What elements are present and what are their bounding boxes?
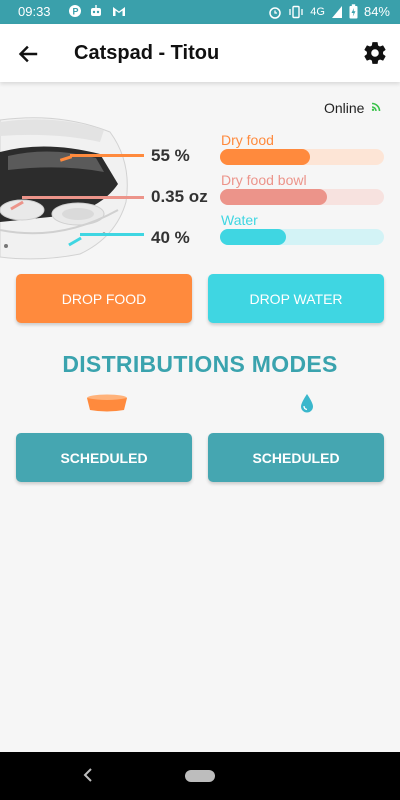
gauge-dry-food-bowl xyxy=(220,189,384,205)
water-mode-scheduled-button[interactable]: SCHEDULED xyxy=(208,433,384,482)
gauge-fill-dry-food xyxy=(220,149,311,165)
battery-icon xyxy=(349,4,358,19)
arrow-left-icon[interactable] xyxy=(14,40,42,68)
connection-status: Online xyxy=(324,100,365,116)
cell-signal-icon xyxy=(331,5,342,18)
water-percentage: 40 % xyxy=(151,228,190,247)
wifi-signal-icon xyxy=(371,102,381,112)
gauge-water xyxy=(220,229,384,245)
nav-back-icon[interactable] xyxy=(82,766,94,784)
gauge-fill-water xyxy=(220,229,286,245)
gauge-dry-food xyxy=(220,149,384,165)
dry-food-percentage: 55 % xyxy=(151,146,190,165)
bowl-weight: 0.35 oz xyxy=(151,187,208,206)
water-pointer-line xyxy=(80,233,144,236)
food-bowl-icon xyxy=(87,394,127,412)
gauge-label-water: Water xyxy=(221,212,258,228)
status-right-group: 4G 84% xyxy=(268,4,390,19)
robot-notification-icon xyxy=(91,5,101,16)
drop-food-button[interactable]: DROP FOOD xyxy=(16,274,192,323)
alarm-icon xyxy=(269,6,282,19)
svg-text:P: P xyxy=(73,7,79,17)
drop-water-button[interactable]: DROP WATER xyxy=(208,274,384,323)
feeder-device-illustration xyxy=(0,117,128,260)
status-time: 09:33 xyxy=(18,4,51,19)
vibrate-icon xyxy=(289,5,303,18)
distribution-modes-title: DISTRIBUTIONS MODES xyxy=(62,351,338,377)
food-pointer-line xyxy=(70,154,144,157)
bowl-pointer-line xyxy=(22,196,144,199)
gauge-label-dry-food-bowl: Dry food bowl xyxy=(221,172,307,188)
gauge-fill-dry-food-bowl xyxy=(220,189,327,205)
gauge-label-dry-food: Dry food xyxy=(221,132,274,148)
nav-home-pill[interactable] xyxy=(185,770,215,782)
status-bar: 09:33 P 4G 84% xyxy=(0,0,400,24)
network-type: 4G xyxy=(310,5,325,18)
gmail-notification-icon xyxy=(113,7,125,16)
gear-icon[interactable] xyxy=(362,40,388,66)
app-notification-icon: P xyxy=(69,5,81,17)
app-bar: Catspad - Titou xyxy=(0,24,400,82)
page-title: Catspad - Titou xyxy=(74,42,220,64)
battery-level: 84% xyxy=(363,4,390,19)
water-drop-icon xyxy=(301,394,313,413)
food-mode-scheduled-button[interactable]: SCHEDULED xyxy=(16,433,192,482)
